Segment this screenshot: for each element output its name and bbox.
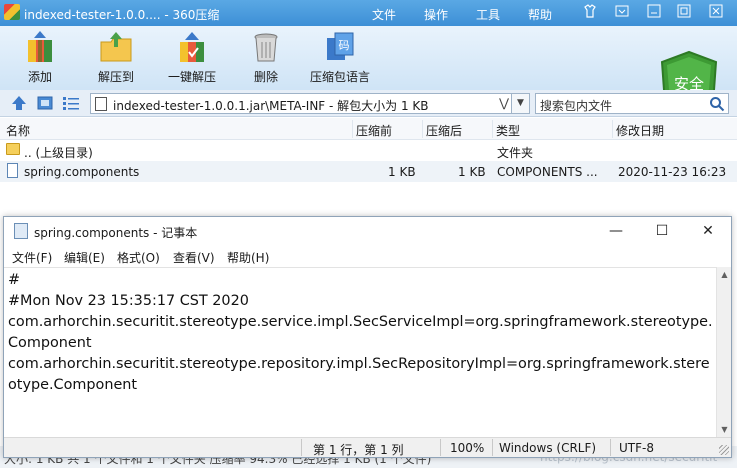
add-button[interactable]: 添加 — [10, 30, 70, 88]
one-click-extract-label: 一键解压 — [167, 70, 216, 84]
archive-titlebar: indexed-tester-1.0.0.... - 360压缩 文件 操作 工… — [0, 0, 737, 26]
search-input[interactable]: 搜索包内文件 — [535, 93, 729, 114]
archive-window-title: indexed-tester-1.0.0.... - 360压缩 — [24, 8, 220, 22]
notepad-close-button[interactable]: ✕ — [685, 217, 731, 245]
archive-language-button[interactable]: 码 压缩包语言 — [310, 30, 370, 88]
thumbnail-view-icon[interactable] — [36, 95, 54, 111]
notepad-window: spring.components - 记事本 — ☐ ✕ 文件(F) 编辑(E… — [3, 216, 732, 458]
delete-label: 删除 — [253, 70, 278, 84]
list-view-icon[interactable] — [62, 95, 80, 111]
address-bar: indexed-tester-1.0.0.1.jar\META-INF - 解包… — [0, 90, 737, 117]
notepad-menu-view[interactable]: 查看(V) — [173, 249, 215, 266]
notepad-vertical-scrollbar[interactable]: ▲ ▼ — [716, 267, 731, 437]
status-divider — [610, 439, 611, 456]
one-click-extract-button[interactable]: 一键解压 — [162, 30, 222, 88]
notepad-titlebar[interactable]: spring.components - 记事本 — ☐ ✕ — [4, 217, 731, 245]
notepad-menu-edit[interactable]: 编辑(E) — [64, 249, 105, 266]
trash-can-icon — [249, 30, 283, 64]
path-history-icon[interactable]: ⋁ — [499, 96, 509, 110]
row-name: spring.components — [24, 165, 140, 179]
row-modified: 2020-11-23 16:23 — [618, 165, 727, 179]
extract-folder-icon — [99, 30, 133, 64]
path-field[interactable]: indexed-tester-1.0.0.1.jar\META-INF - 解包… — [90, 93, 530, 114]
status-divider — [301, 439, 302, 456]
path-dropdown-icon[interactable]: ▼ — [511, 94, 529, 113]
scroll-up-icon[interactable]: ▲ — [717, 267, 732, 282]
encoding-icon: 码 — [323, 30, 357, 64]
notepad-maximize-button[interactable]: ☐ — [639, 217, 685, 245]
notepad-text-area[interactable]: # #Mon Nov 23 15:35:17 CST 2020 com.arho… — [4, 267, 716, 437]
menu-tools[interactable]: 工具 — [476, 6, 500, 23]
notepad-horizontal-scrollbar[interactable] — [4, 438, 300, 457]
zoom-level: 100% — [450, 441, 485, 455]
notepad-minimize-button[interactable]: — — [593, 217, 639, 245]
menu-file[interactable]: 文件 — [372, 6, 396, 23]
file-list-header: 名称 压缩前 压缩后 类型 修改日期 — [0, 118, 737, 140]
col-divider — [492, 120, 493, 138]
row-type: COMPONENTS ... — [497, 165, 598, 179]
encoding: UTF-8 — [619, 441, 654, 455]
menu-operation[interactable]: 操作 — [424, 6, 448, 23]
minimize-icon[interactable] — [644, 4, 664, 22]
one-click-extract-icon — [175, 30, 209, 64]
notepad-menu-help[interactable]: 帮助(H) — [227, 249, 269, 266]
row-type: 文件夹 — [497, 146, 534, 160]
search-icon[interactable] — [709, 96, 725, 112]
col-modified[interactable]: 修改日期 — [616, 122, 664, 139]
resize-grip-icon[interactable] — [719, 445, 729, 455]
col-type[interactable]: 类型 — [496, 122, 520, 139]
status-divider — [440, 439, 441, 456]
col-divider — [352, 120, 353, 138]
extract-to-button[interactable]: 解压到 — [86, 30, 146, 88]
row-name: .. (上级目录) — [24, 146, 93, 160]
folder-icon — [6, 143, 20, 155]
add-archive-icon — [23, 30, 57, 64]
search-placeholder: 搜索包内文件 — [540, 99, 613, 113]
archive-toolbar: 添加 解压到 一键解压 删除 码 压缩包语言 安全 — [0, 26, 737, 116]
extract-to-label: 解压到 — [97, 70, 134, 84]
menu-help[interactable]: 帮助 — [528, 6, 552, 23]
col-divider — [422, 120, 423, 138]
notepad-statusbar: 第 1 行，第 1 列 100% Windows (CRLF) UTF-8 — [4, 437, 731, 457]
notepad-icon — [14, 223, 28, 239]
scroll-down-icon[interactable]: ▼ — [717, 422, 732, 437]
maximize-icon[interactable] — [674, 4, 694, 22]
up-arrow-icon[interactable] — [10, 95, 28, 111]
archive-logo-icon — [4, 4, 20, 20]
col-name[interactable]: 名称 — [6, 122, 30, 139]
col-size-after[interactable]: 压缩后 — [426, 122, 462, 139]
archive-language-label: 压缩包语言 — [310, 70, 371, 84]
notepad-menu-file[interactable]: 文件(F) — [12, 249, 52, 266]
cursor-position: 第 1 行，第 1 列 — [313, 443, 404, 457]
notepad-menu-format[interactable]: 格式(O) — [117, 249, 160, 266]
line-ending: Windows (CRLF) — [499, 441, 597, 455]
jar-file-icon — [95, 97, 107, 111]
row-size-before: 1 KB — [388, 165, 416, 179]
path-text: indexed-tester-1.0.0.1.jar\META-INF - 解包… — [113, 99, 429, 113]
svg-text:码: 码 — [339, 39, 350, 52]
notepad-content: # #Mon Nov 23 15:35:17 CST 2020 com.arho… — [8, 272, 713, 393]
close-icon[interactable] — [706, 4, 726, 22]
notepad-menubar: 文件(F) 编辑(E) 格式(O) 查看(V) 帮助(H) — [4, 245, 731, 267]
row-size-after: 1 KB — [458, 165, 486, 179]
file-row-spring-components[interactable]: spring.components 1 KB 1 KB COMPONENTS .… — [0, 161, 737, 182]
file-icon — [7, 163, 18, 178]
status-divider — [492, 439, 493, 456]
menu-dropdown-icon[interactable] — [612, 4, 632, 22]
skin-icon[interactable] — [580, 4, 600, 22]
notepad-title: spring.components - 记事本 — [34, 226, 198, 240]
file-row-parent[interactable]: .. (上级目录) 文件夹 — [0, 140, 737, 161]
add-label: 添加 — [27, 70, 52, 84]
delete-button[interactable]: 删除 — [236, 30, 296, 88]
col-divider — [612, 120, 613, 138]
col-size-before[interactable]: 压缩前 — [356, 122, 392, 139]
